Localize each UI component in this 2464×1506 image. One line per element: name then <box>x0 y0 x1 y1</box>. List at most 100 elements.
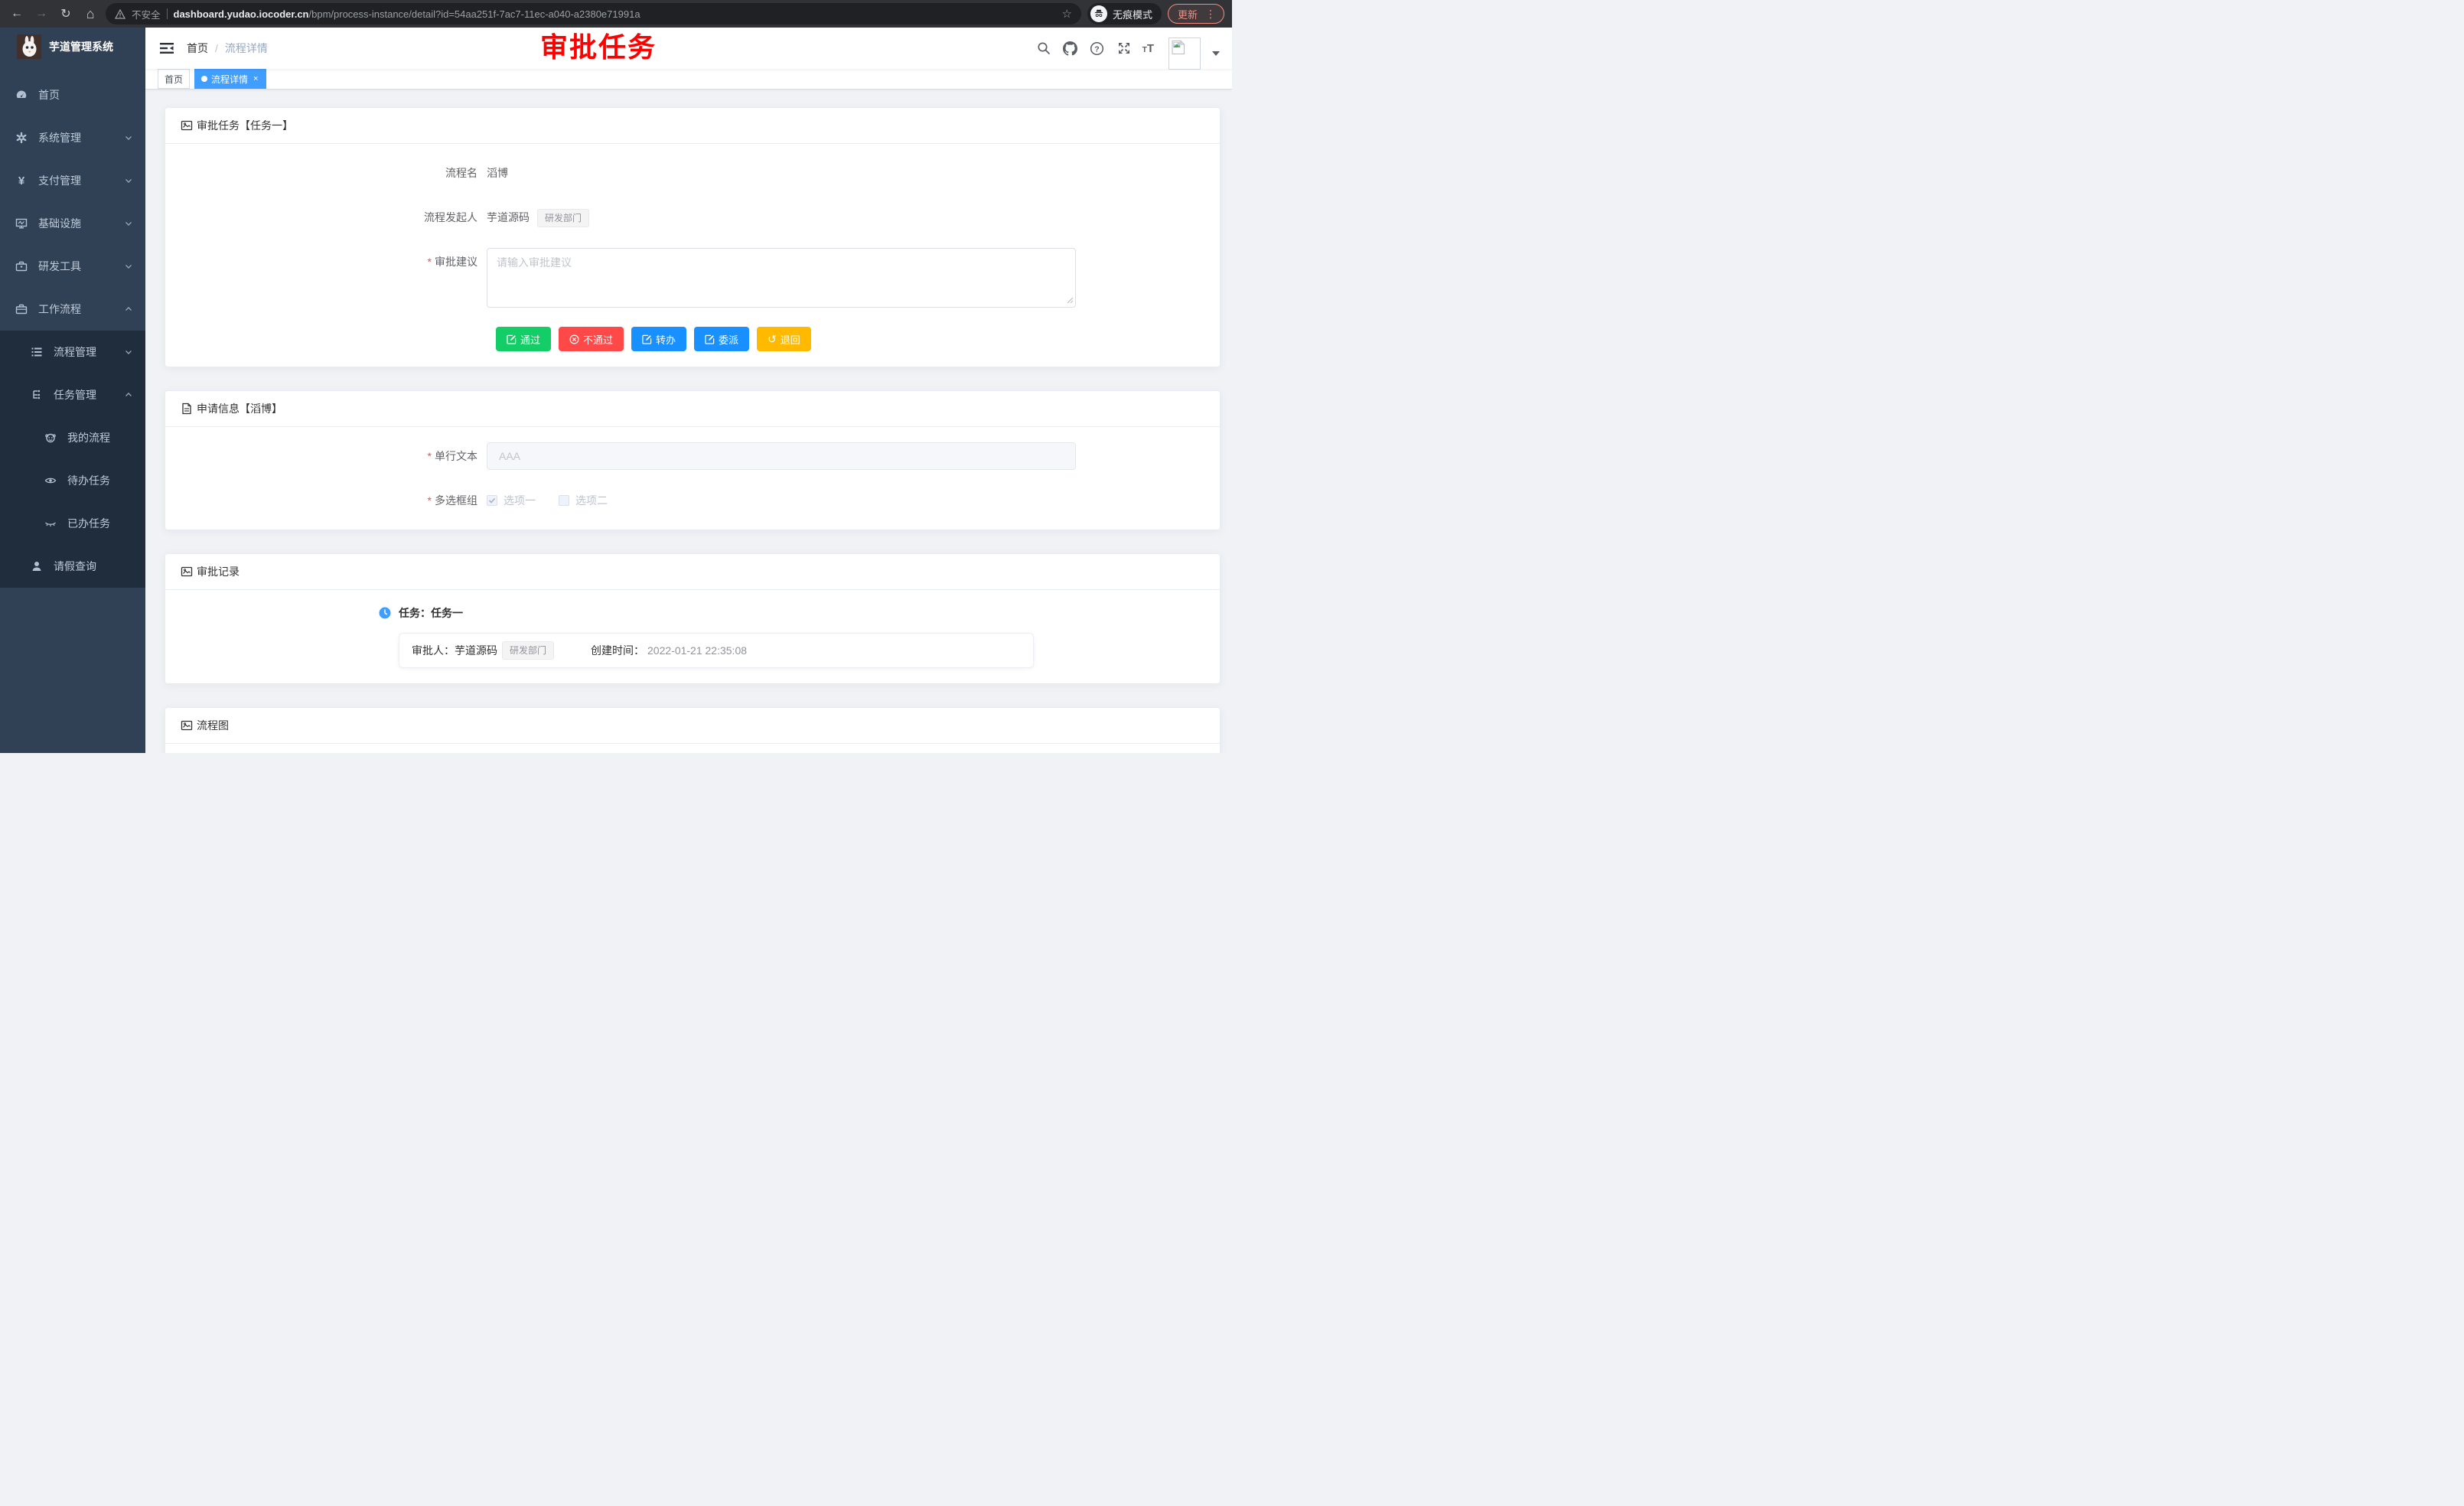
sidebar-item-label: 待办任务 <box>67 473 133 488</box>
card-body <box>165 744 1220 753</box>
sidebar-item-done-tasks[interactable]: 已办任务 <box>0 502 145 545</box>
active-tag-dot <box>201 76 207 82</box>
sidebar-item-todo-tasks[interactable]: 待办任务 <box>0 459 145 502</box>
browser-update-button[interactable]: 更新 ⋮ <box>1168 4 1224 24</box>
sidebar-item-workflow[interactable]: 工作流程 <box>0 288 145 331</box>
chevron-down-icon <box>124 219 133 228</box>
initiator-value: 芋道源码研发部门 <box>487 204 1076 231</box>
sidebar-item-label: 支付管理 <box>38 173 124 188</box>
dept-tag: 研发部门 <box>537 209 589 227</box>
return-button[interactable]: ↺ 退回 <box>757 327 811 351</box>
checkbox-checked-icon <box>487 495 497 506</box>
chevron-down-icon <box>124 347 133 357</box>
bookmark-star-icon[interactable]: ☆ <box>1062 7 1072 21</box>
button-label: 委派 <box>719 332 738 347</box>
sidebar-item-label: 系统管理 <box>38 130 124 145</box>
approval-records-card: 审批记录 任务：任务一 审批人： 芋道 <box>165 553 1221 684</box>
button-label: 通过 <box>520 332 540 347</box>
clock-icon <box>378 606 392 620</box>
search-icon[interactable] <box>1035 40 1052 57</box>
sidebar-item-payment[interactable]: ¥ 支付管理 <box>0 159 145 202</box>
reject-button[interactable]: 不通过 <box>559 327 624 351</box>
delegate-button[interactable]: 委派 <box>694 327 749 351</box>
sidebar-item-label: 流程管理 <box>54 344 124 360</box>
github-icon[interactable] <box>1062 40 1079 57</box>
field-label: 流程发起人 <box>181 204 487 231</box>
sidebar-item-infrastructure[interactable]: 基础设施 <box>0 202 145 245</box>
browser-back-icon[interactable]: ← <box>8 5 26 23</box>
update-label[interactable]: 更新 <box>1178 7 1198 21</box>
sidebar-item-label: 基础设施 <box>38 216 124 231</box>
tag-close-icon[interactable]: × <box>252 74 259 84</box>
address-bar[interactable]: 不安全 dashboard.yudao.iocoder.cn/bpm/proce… <box>106 3 1081 24</box>
card-title: 审批任务【任务一】 <box>197 118 293 133</box>
svg-text:?: ? <box>1095 45 1100 54</box>
sidebar-fold-icon[interactable] <box>158 39 176 57</box>
card-title: 申请信息【滔博】 <box>197 401 282 416</box>
sidebar-item-leave-query[interactable]: 请假查询 <box>0 545 145 588</box>
breadcrumb-separator: / <box>215 42 218 54</box>
edit-icon <box>507 334 517 344</box>
approval-opinion-input[interactable] <box>487 248 1076 308</box>
button-label: 不通过 <box>583 332 613 347</box>
browser-menu-icon[interactable]: ⋮ <box>1205 8 1216 19</box>
sidebar-item-devtools[interactable]: 研发工具 <box>0 245 145 288</box>
browser-home-icon[interactable]: ⌂ <box>81 5 99 23</box>
refresh-left-icon: ↺ <box>768 334 777 344</box>
breadcrumb-home[interactable]: 首页 <box>187 41 208 56</box>
font-size-icon[interactable]: TT <box>1142 42 1154 55</box>
checkbox-option2[interactable]: 选项二 <box>559 487 608 514</box>
tree-icon <box>31 389 43 401</box>
approval-timeline: 任务：任务一 审批人： 芋道源码 研发部门 创建时间： 2022-01-21 2… <box>378 605 1204 668</box>
tag-process-detail[interactable]: 流程详情 × <box>194 69 266 89</box>
single-line-text-input[interactable] <box>487 442 1076 470</box>
sidebar-item-label: 已办任务 <box>67 516 133 531</box>
card-title: 流程图 <box>197 718 229 733</box>
briefcase-icon <box>15 303 28 315</box>
tag-home[interactable]: 首页 <box>158 69 190 89</box>
picture-icon <box>181 719 193 732</box>
card-header: 审批任务【任务一】 <box>165 108 1220 144</box>
incognito-badge: 无痕模式 <box>1087 3 1162 24</box>
transfer-button[interactable]: 转办 <box>631 327 686 351</box>
eye-closed-icon <box>44 517 57 530</box>
browser-forward-icon[interactable]: → <box>32 5 51 23</box>
card-header: 审批记录 <box>165 554 1220 590</box>
avatar[interactable] <box>1168 37 1201 70</box>
create-time-label: 创建时间： <box>591 643 644 658</box>
tree-table-icon <box>31 346 43 358</box>
sidebar-item-label: 工作流程 <box>38 302 124 317</box>
app-logo[interactable]: 芋道管理系统 <box>0 28 145 66</box>
url-text[interactable]: dashboard.yudao.iocoder.cn/bpm/process-i… <box>174 8 1056 20</box>
card-header: 流程图 <box>165 708 1220 744</box>
dept-tag: 研发部门 <box>502 641 554 660</box>
sidebar-item-system[interactable]: 系统管理 <box>0 116 145 159</box>
initiator-name: 芋道源码 <box>487 211 530 223</box>
avatar-dropdown-caret-icon[interactable] <box>1212 51 1220 56</box>
divider <box>167 8 168 19</box>
edit-icon <box>642 334 652 344</box>
security-label[interactable]: 不安全 <box>132 7 161 21</box>
card-body: 单行文本 多选框组 选项一 <box>165 427 1220 530</box>
sidebar-item-my-process[interactable]: 我的流程 <box>0 416 145 459</box>
fullscreen-icon[interactable] <box>1116 40 1133 57</box>
approval-task-card: 审批任务【任务一】 流程名 滔博 流程发起人 芋道源码研发部门 <box>165 107 1221 367</box>
sidebar-item-label: 我的流程 <box>67 430 133 445</box>
breadcrumb-current: 流程详情 <box>225 41 268 56</box>
sidebar-item-task-mgmt[interactable]: 任务管理 <box>0 373 145 416</box>
yen-icon: ¥ <box>15 174 28 187</box>
help-icon[interactable]: ? <box>1089 40 1106 57</box>
url-host: dashboard.yudao.iocoder.cn <box>174 8 309 20</box>
incognito-icon <box>1090 5 1107 22</box>
field-label-required: 单行文本 <box>181 442 487 470</box>
approve-button[interactable]: 通过 <box>496 327 551 351</box>
checkbox-option1[interactable]: 选项一 <box>487 487 536 514</box>
sidebar-item-home[interactable]: 首页 <box>0 73 145 116</box>
sidebar-item-label: 请假查询 <box>54 559 133 574</box>
sidebar-item-process-mgmt[interactable]: 流程管理 <box>0 331 145 373</box>
user-icon <box>31 560 43 572</box>
sidebar-item-label: 任务管理 <box>54 387 124 403</box>
top-navbar: 首页 / 流程详情 ? T <box>145 28 1232 69</box>
browser-reload-icon[interactable]: ↻ <box>57 5 75 23</box>
circle-close-icon <box>569 334 579 344</box>
